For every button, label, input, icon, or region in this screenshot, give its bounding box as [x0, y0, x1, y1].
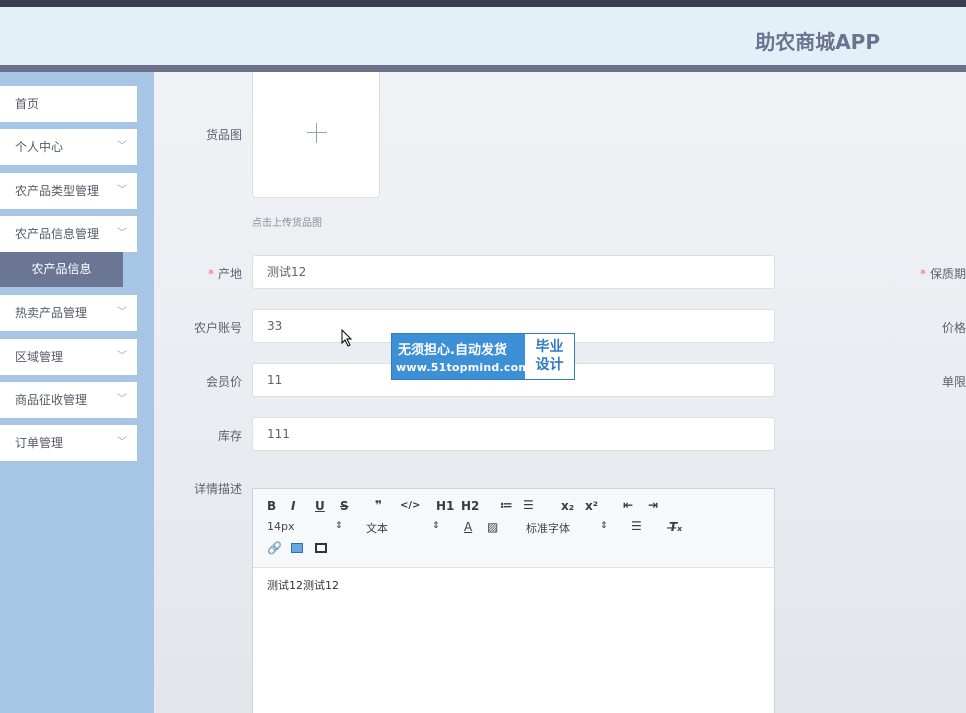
- watermark-badge: 无须担心.自动发货 www.51topmind.com 毕业 设计: [391, 333, 575, 380]
- app-title: 助农商城APP: [755, 30, 880, 54]
- font-family-select[interactable]: 标准字体 ⇕: [526, 520, 616, 536]
- sidebar-item-goods-collection[interactable]: 商品征收管理 ﹀: [0, 382, 137, 418]
- sidebar-item-label: 热卖产品管理: [15, 306, 88, 320]
- strikethrough-button[interactable]: S: [340, 499, 349, 513]
- blockquote-button[interactable]: ❞: [375, 498, 382, 512]
- sidebar-item-label: 农产品信息管理: [15, 227, 100, 241]
- member-price-label: 会员价: [205, 375, 242, 389]
- required-mark: *: [207, 267, 214, 281]
- chevron-down-icon: ﹀: [117, 437, 127, 448]
- origin-label: * 产地: [207, 267, 242, 281]
- italic-button[interactable]: I: [291, 499, 295, 513]
- mouse-cursor-icon: [341, 329, 353, 347]
- sidebar-item-product-type[interactable]: 农产品类型管理 ﹀: [0, 173, 137, 209]
- sidebar-item-label: 订单管理: [15, 436, 64, 450]
- farmer-account-label: 农户账号: [193, 321, 242, 335]
- chevron-down-icon: ﹀: [117, 394, 127, 405]
- sidebar-item-label: 农产品类型管理: [15, 184, 100, 198]
- shelf-life-label: * 保质期: [919, 267, 966, 281]
- sidebar-item-personal-center[interactable]: 个人中心 ﹀: [0, 129, 137, 165]
- watermark-text: 无须担心.自动发货: [398, 343, 507, 358]
- outdent-button[interactable]: ⇤: [623, 498, 633, 512]
- clear-format-icon[interactable]: T̶ₓ: [669, 520, 682, 534]
- paragraph-select[interactable]: 文本 ⇕: [366, 520, 446, 536]
- chevron-down-icon: ﹀: [117, 141, 127, 152]
- font-size-select[interactable]: 14px ⇕: [267, 520, 347, 533]
- origin-input[interactable]: 测试12: [252, 255, 775, 289]
- sidebar-item-product-info[interactable]: 农产品信息管理 ﹀: [0, 216, 137, 252]
- select-arrow-icon: ⇕: [600, 521, 608, 531]
- editor-content[interactable]: 测试12测试12: [267, 577, 339, 593]
- editor-toolbar: B I U S ❞ </> H1 H2 ≔ ☰ x₂ x² ⇤ ⇥ 14px ⇕…: [253, 489, 774, 568]
- sidebar-item-label: 个人中心: [15, 140, 64, 154]
- sidebar-item-home[interactable]: 首页: [0, 86, 137, 122]
- single-limit-label: 单限: [941, 375, 966, 389]
- chevron-down-icon: ﹀: [117, 185, 127, 196]
- plus-icon: [307, 132, 327, 133]
- link-icon[interactable]: 🔗: [267, 541, 282, 555]
- subscript-button[interactable]: x₂: [561, 499, 574, 513]
- sidebar-item-region[interactable]: 区域管理 ﹀: [0, 339, 137, 375]
- header: 助农商城APP: [0, 7, 966, 65]
- upload-hint: 点击上传货品图: [252, 218, 322, 229]
- watermark-url: www.51topmind.com: [396, 361, 531, 374]
- underline-button[interactable]: U: [315, 499, 325, 513]
- watermark-tag: 毕业 设计: [525, 334, 574, 379]
- code-block-button[interactable]: </>: [400, 500, 420, 511]
- chevron-down-icon: ﹀: [117, 228, 127, 239]
- sidebar-item-orders[interactable]: 订单管理 ﹀: [0, 425, 137, 461]
- price-label: 价格: [941, 321, 966, 335]
- image-upload[interactable]: [252, 72, 380, 198]
- select-arrow-icon: ⇕: [432, 521, 440, 531]
- superscript-button[interactable]: x²: [585, 499, 598, 513]
- font-color-icon[interactable]: A: [464, 520, 472, 534]
- sidebar-subitem-product-info[interactable]: 农产品信息: [0, 252, 123, 287]
- video-icon[interactable]: [315, 543, 327, 553]
- sidebar-item-label: 首页: [15, 97, 40, 111]
- main-content: 货品图 点击上传货品图 * 产地 测试12 农户账号 33 会员价 11 库存 1…: [154, 72, 966, 713]
- chevron-down-icon: ﹀: [117, 307, 127, 318]
- bold-button[interactable]: B: [267, 499, 276, 513]
- ordered-list-button[interactable]: ≔: [500, 498, 513, 512]
- sidebar-item-label: 区域管理: [15, 350, 64, 364]
- top-band: [0, 0, 966, 7]
- indent-button[interactable]: ⇥: [648, 498, 658, 512]
- image-icon[interactable]: [291, 543, 303, 553]
- bullet-list-button[interactable]: ☰: [523, 498, 534, 512]
- header-divider: [0, 65, 966, 72]
- sidebar-item-label: 商品征收管理: [15, 393, 88, 407]
- stock-label: 库存: [217, 429, 242, 443]
- select-arrow-icon: ⇕: [335, 521, 343, 531]
- header1-button[interactable]: H1: [436, 499, 454, 513]
- rich-text-editor[interactable]: B I U S ❞ </> H1 H2 ≔ ☰ x₂ x² ⇤ ⇥ 14px ⇕…: [252, 488, 775, 713]
- sidebar-item-hot-products[interactable]: 热卖产品管理 ﹀: [0, 295, 137, 331]
- detail-label: 详情描述: [193, 482, 242, 496]
- background-color-icon[interactable]: ▨: [487, 520, 498, 534]
- header2-button[interactable]: H2: [461, 499, 479, 513]
- align-icon[interactable]: ☰: [631, 519, 642, 533]
- chevron-down-icon: ﹀: [117, 351, 127, 362]
- sidebar: 首页 个人中心 ﹀ 农产品类型管理 ﹀ 农产品信息管理 ﹀ 农产品信息 热卖产品…: [0, 72, 154, 713]
- image-label: 货品图: [205, 128, 242, 142]
- stock-input[interactable]: 111: [252, 417, 775, 451]
